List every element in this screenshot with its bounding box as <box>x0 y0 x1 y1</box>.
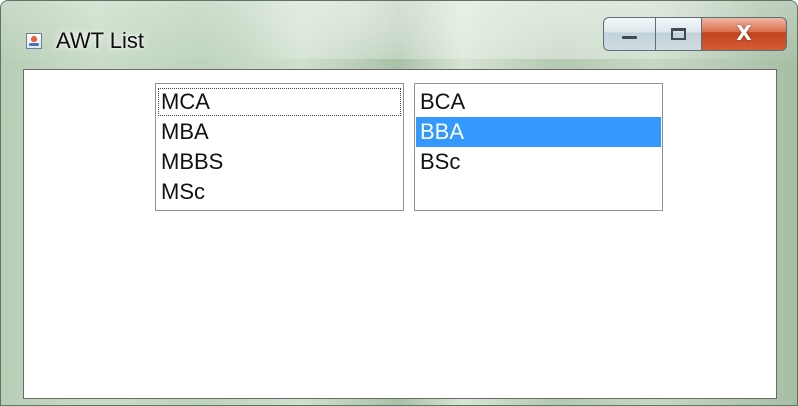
maximize-icon <box>671 28 686 40</box>
window-controls: X <box>603 17 787 51</box>
awt-list-window: AWT List X MCA MBA MBBS MSc BCA BBA BSc <box>0 0 798 406</box>
title-bar[interactable]: AWT List X <box>1 1 797 59</box>
java-app-icon <box>26 33 42 49</box>
list-item-msc[interactable]: MSc <box>157 177 402 207</box>
list-item-bsc[interactable]: BSc <box>416 147 661 177</box>
masters-list[interactable]: MCA MBA MBBS MSc <box>155 83 404 211</box>
list-item-bca[interactable]: BCA <box>416 87 661 117</box>
close-icon: X <box>736 21 752 45</box>
list-item-bba[interactable]: BBA <box>416 117 661 147</box>
close-button[interactable]: X <box>701 17 787 51</box>
window-content: MCA MBA MBBS MSc BCA BBA BSc <box>23 69 777 399</box>
list-item-mba[interactable]: MBA <box>157 117 402 147</box>
minimize-button[interactable] <box>603 17 655 51</box>
minimize-icon <box>622 36 637 39</box>
list-item-mbbs[interactable]: MBBS <box>157 147 402 177</box>
maximize-button[interactable] <box>655 17 701 51</box>
window-title: AWT List <box>56 28 145 53</box>
bachelors-list[interactable]: BCA BBA BSc <box>414 83 663 211</box>
list-item-mca[interactable]: MCA <box>157 87 402 117</box>
